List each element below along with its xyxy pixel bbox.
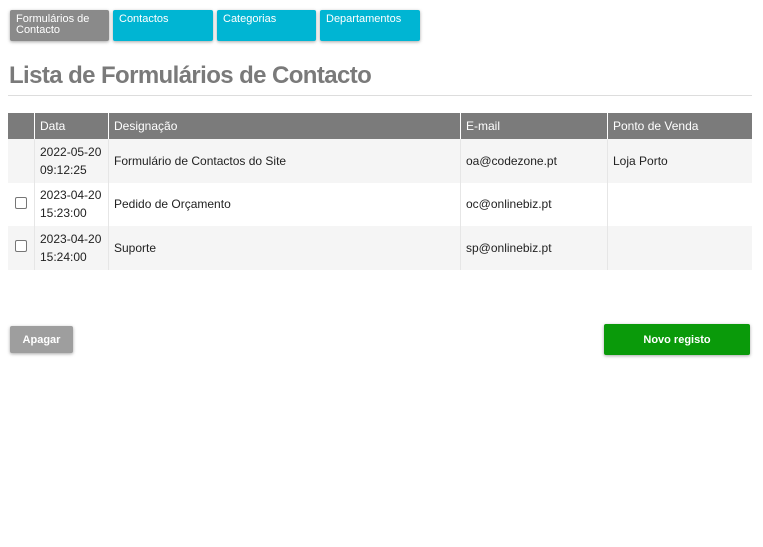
top-tab-bar: Formulários de Contacto Contactos Catego… bbox=[10, 10, 420, 41]
page-title: Lista de Formulários de Contacto bbox=[9, 62, 372, 89]
row-select-cell bbox=[8, 226, 35, 270]
tab-contacts[interactable]: Contactos bbox=[113, 10, 213, 41]
time-value: 09:12:25 bbox=[40, 162, 87, 177]
date-cell: 2023-04-20 15:24:00 bbox=[34, 226, 109, 270]
store-cell bbox=[608, 226, 753, 270]
row-select-cell bbox=[8, 182, 35, 226]
store-cell bbox=[608, 183, 753, 227]
date-cell: 2022-05-20 09:12:25 bbox=[34, 139, 109, 183]
contact-forms-table: Data Designação E-mail Ponto de Venda 20… bbox=[8, 113, 752, 270]
row-checkbox[interactable] bbox=[15, 240, 27, 253]
tab-contact-forms[interactable]: Formulários de Contacto bbox=[10, 10, 109, 41]
row-select-cell bbox=[8, 139, 35, 183]
time-value: 15:23:00 bbox=[40, 206, 87, 221]
header-date[interactable]: Data bbox=[34, 113, 109, 139]
tab-categories[interactable]: Categorias bbox=[217, 10, 316, 41]
date-value: 2023-04-20 bbox=[40, 188, 102, 203]
delete-button[interactable]: Apagar bbox=[10, 326, 73, 353]
title-divider bbox=[8, 95, 752, 96]
date-cell: 2023-04-20 15:23:00 bbox=[34, 182, 109, 226]
table-row[interactable]: 2023-04-20 15:24:00 Suporte sp@onlinebiz… bbox=[8, 226, 752, 270]
email-cell: oa@codezone.pt bbox=[460, 139, 608, 183]
table-header-row: Data Designação E-mail Ponto de Venda bbox=[8, 113, 752, 139]
header-designation[interactable]: Designação bbox=[108, 113, 461, 139]
email-cell: oc@onlinebiz.pt bbox=[460, 182, 608, 226]
tab-departments[interactable]: Departamentos bbox=[320, 10, 420, 41]
header-email[interactable]: E-mail bbox=[460, 113, 608, 139]
table-row[interactable]: 2023-04-20 15:23:00 Pedido de Orçamento … bbox=[8, 182, 753, 227]
new-record-button[interactable]: Novo registo bbox=[604, 324, 750, 355]
time-value: 15:24:00 bbox=[40, 249, 87, 264]
designation-cell: Suporte bbox=[108, 226, 461, 270]
row-checkbox[interactable] bbox=[15, 196, 27, 209]
designation-cell: Formulário de Contactos do Site bbox=[108, 139, 461, 183]
date-value: 2023-04-20 bbox=[40, 231, 102, 246]
date-value: 2022-05-20 bbox=[40, 144, 102, 159]
store-cell: Loja Porto bbox=[613, 153, 668, 168]
designation-cell: Pedido de Orçamento bbox=[108, 182, 461, 226]
header-select bbox=[8, 113, 35, 139]
header-store[interactable]: Ponto de Venda bbox=[607, 113, 752, 139]
email-cell: sp@onlinebiz.pt bbox=[460, 226, 608, 270]
table-row[interactable]: 2022-05-20 09:12:25 Formulário de Contac… bbox=[8, 139, 752, 183]
